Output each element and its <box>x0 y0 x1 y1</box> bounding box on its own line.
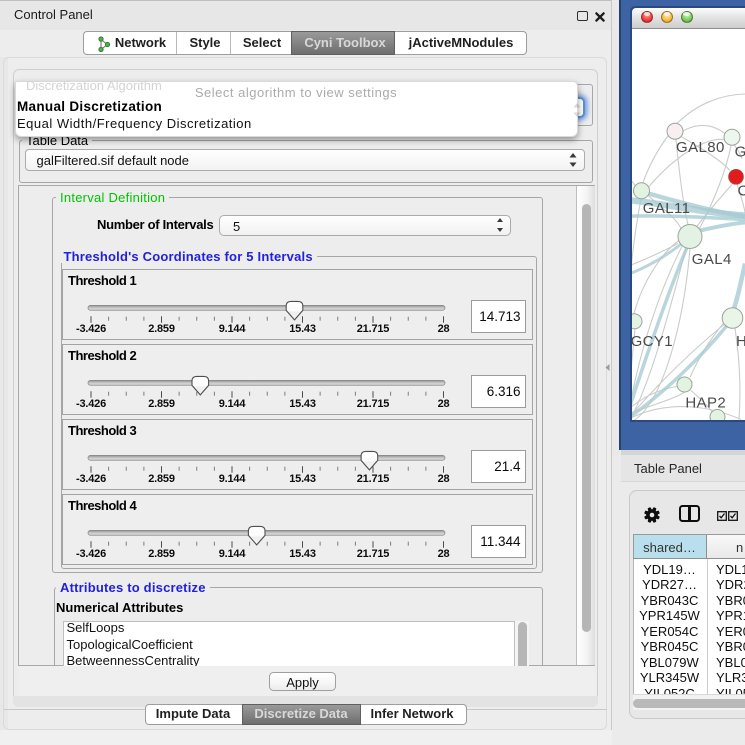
svg-text:HAP2: HAP2 <box>685 394 726 411</box>
svg-text:GCY1: GCY1 <box>632 333 673 350</box>
svg-text:GAL11: GAL11 <box>643 200 691 217</box>
svg-text:GAL4: GAL4 <box>692 251 732 268</box>
svg-text:GA: GA <box>735 143 745 160</box>
svg-text:GAL80: GAL80 <box>676 139 725 156</box>
svg-text:H: H <box>736 333 745 350</box>
svg-text:C: C <box>738 182 745 199</box>
